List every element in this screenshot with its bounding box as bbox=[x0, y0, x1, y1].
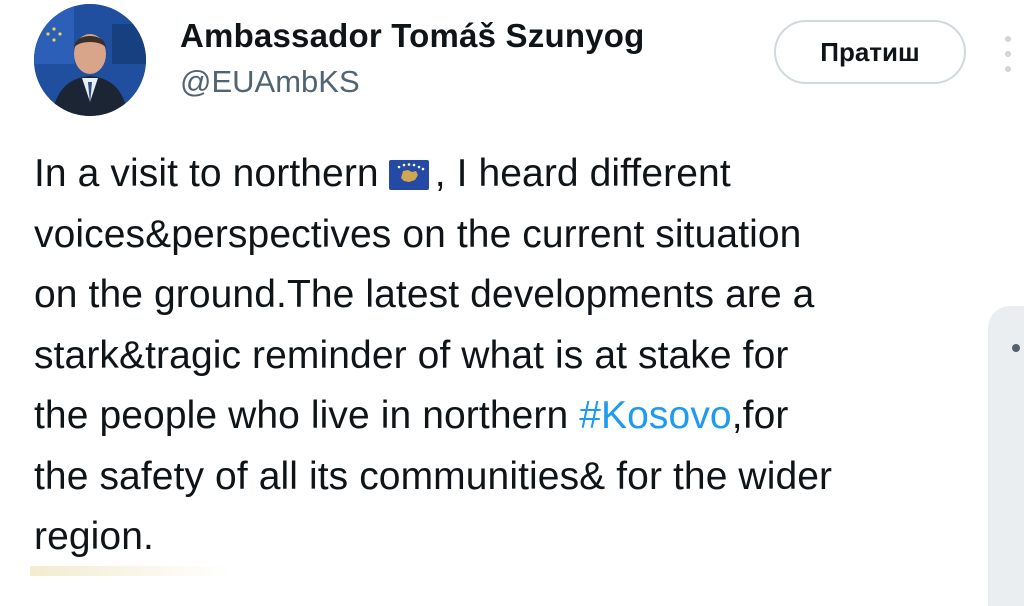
follow-button[interactable]: Пратиш bbox=[774, 20, 966, 84]
more-options-dot bbox=[1005, 51, 1011, 57]
tweet-line-3: on the ground.The latest developments ar… bbox=[34, 273, 815, 316]
tweet-text-segment: , I heard different bbox=[434, 152, 731, 195]
side-panel-handle-icon bbox=[1012, 344, 1020, 352]
tweet-line-2: voices&perspectives on the current situa… bbox=[34, 212, 802, 256]
tweet-line-7: region. bbox=[34, 515, 154, 558]
tweet-text-segment: the people who live in northern bbox=[34, 394, 569, 437]
tweet-body: In a visit to northern , I heard differen… bbox=[34, 144, 994, 568]
author-avatar[interactable] bbox=[34, 4, 146, 116]
more-options-dot bbox=[1005, 36, 1011, 42]
kosovo-flag-icon bbox=[388, 148, 429, 209]
author-display-name[interactable]: Ambassador Tomáš Szunyog bbox=[180, 16, 644, 56]
tweet-line-1: In a visit to northern , I heard differen… bbox=[34, 144, 994, 205]
author-handle[interactable]: @EUAmbKS bbox=[180, 62, 360, 102]
avatar-photo-icon bbox=[34, 4, 146, 116]
tweet-line-4: stark&tragic reminder of what is at stak… bbox=[34, 333, 789, 377]
tweet-text-segment: In a visit to northern bbox=[34, 152, 379, 195]
bottom-edge-fade bbox=[30, 566, 230, 576]
tweet-line-6: the safety of all its communities& for t… bbox=[34, 454, 833, 498]
tweet-line-5: the people who live in northern #Kosovo,… bbox=[34, 386, 994, 447]
hashtag-link[interactable]: #Kosovo bbox=[579, 394, 731, 437]
more-options-dot bbox=[1005, 66, 1011, 72]
tweet-text-segment: ,for bbox=[731, 394, 789, 437]
more-options-icon[interactable] bbox=[1002, 36, 1014, 72]
